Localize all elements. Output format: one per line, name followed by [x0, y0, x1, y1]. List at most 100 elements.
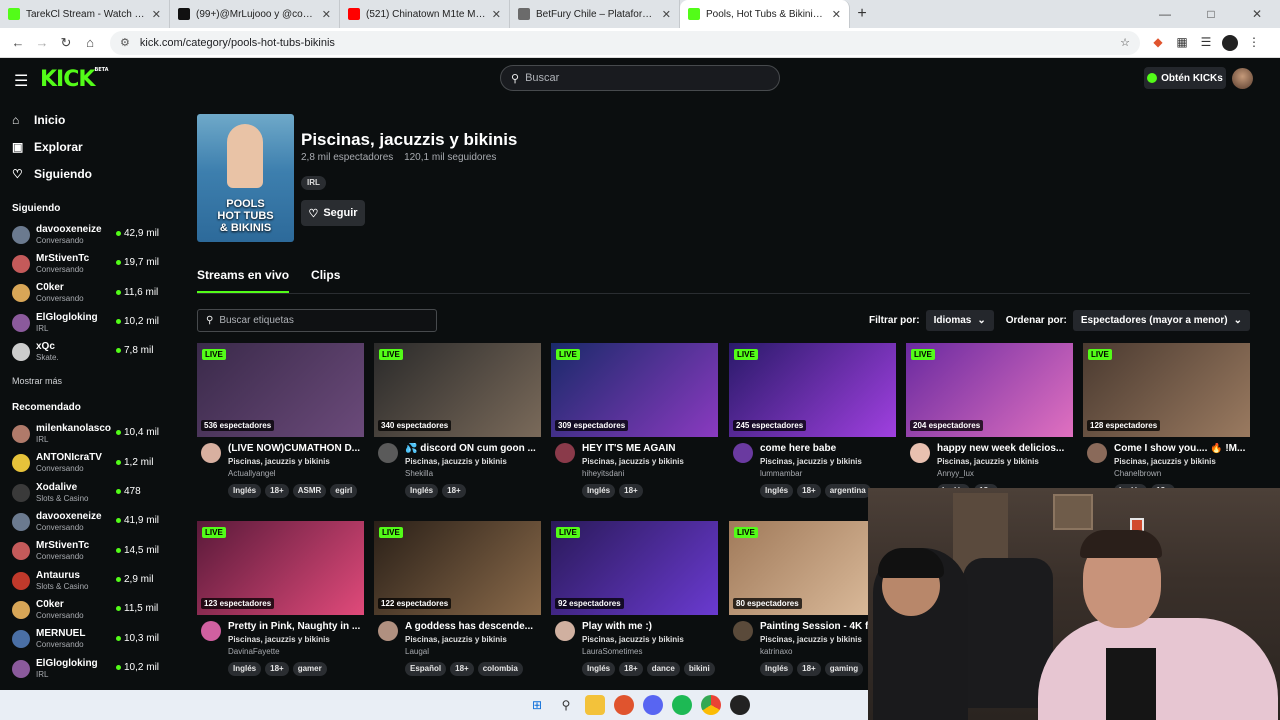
stream-tag[interactable]: gamer [292, 662, 327, 676]
forward-icon[interactable]: → [30, 35, 54, 50]
stream-thumbnail[interactable]: LIVE 204 espectadores [906, 343, 1073, 437]
stream-tag[interactable]: egirl [330, 484, 358, 498]
sidebar-channel[interactable]: MrStivenTc Conversando 14,5 mil [0, 537, 170, 566]
tab-close-icon[interactable]: ✕ [492, 8, 501, 21]
stream-card[interactable]: LIVE 340 espectadores 💦 discord ON cum g… [374, 343, 541, 498]
sidebar-channel[interactable]: xQc Skate. 7,8 mil [0, 337, 170, 366]
sidebar-item-inicio[interactable]: ⌂ Inicio [0, 106, 170, 133]
stream-thumbnail[interactable]: LIVE 340 espectadores [374, 343, 541, 437]
stream-tag[interactable]: Inglés [228, 662, 262, 676]
stream-thumbnail[interactable]: LIVE 128 espectadores [1083, 343, 1250, 437]
chrome-icon[interactable] [701, 695, 721, 715]
stream-category[interactable]: Piscinas, jacuzzis y bikinis [228, 635, 330, 644]
address-bar[interactable]: ⚙ kick.com/category/pools-hot-tubs-bikin… [110, 30, 1140, 55]
stream-tag[interactable]: 18+ [619, 484, 643, 498]
sidebar-channel[interactable]: ElGlogloking IRL 10,2 mil [0, 308, 170, 337]
sidebar-item-explorar[interactable]: ▣ Explorar [0, 133, 170, 160]
stream-category[interactable]: Piscinas, jacuzzis y bikinis [760, 635, 862, 644]
stream-tag[interactable]: Inglés [582, 484, 616, 498]
stream-tag[interactable]: Español [405, 662, 447, 676]
stream-category[interactable]: Piscinas, jacuzzis y bikinis [405, 635, 507, 644]
stream-category[interactable]: Piscinas, jacuzzis y bikinis [228, 457, 330, 466]
tab-live-streams[interactable]: Streams en vivo [197, 268, 290, 293]
follow-button[interactable]: ♡ Seguir [301, 200, 365, 226]
home-browser-icon[interactable]: ⌂ [78, 35, 102, 50]
bookmark-star-icon[interactable]: ☆ [1120, 36, 1130, 49]
stream-card[interactable]: LIVE 123 espectadores Pretty in Pink, Na… [197, 521, 364, 676]
stream-title[interactable]: Pretty in Pink, Naughty in ... [228, 621, 362, 632]
avatar[interactable] [201, 621, 221, 641]
stream-card[interactable]: LIVE 536 espectadores (LIVE NOW)CUMATHON… [197, 343, 364, 498]
avatar[interactable] [910, 443, 930, 463]
stream-title[interactable]: 💦 discord ON cum goon ... [405, 443, 539, 454]
obs-icon[interactable] [730, 695, 750, 715]
browser-tab[interactable]: BetFury Chile – Plataforma de C ✕ [510, 0, 680, 28]
stream-category[interactable]: Piscinas, jacuzzis y bikinis [1114, 457, 1216, 466]
stream-tag[interactable]: Inglés [228, 484, 262, 498]
streamer-name[interactable]: Actuallyangel [228, 469, 276, 478]
kick-logo[interactable]: KICKBETA [40, 67, 109, 92]
stream-title[interactable]: HEY IT'S ME AGAIN [582, 443, 716, 454]
stream-category[interactable]: Piscinas, jacuzzis y bikinis [582, 457, 684, 466]
stream-tag[interactable]: dance [646, 662, 680, 676]
stream-tag[interactable]: 18+ [450, 662, 474, 676]
tab-close-icon[interactable]: ✕ [832, 8, 841, 21]
extensions-puzzle-icon[interactable]: ▦ [1174, 35, 1190, 51]
tab-close-icon[interactable]: ✕ [662, 8, 671, 21]
maximize-icon[interactable]: □ [1188, 0, 1234, 28]
extension-fox-icon[interactable]: ◆ [1150, 35, 1166, 51]
user-avatar[interactable] [1232, 68, 1253, 89]
stream-thumbnail[interactable]: LIVE 92 espectadores [551, 521, 718, 615]
stream-thumbnail[interactable]: LIVE 122 espectadores [374, 521, 541, 615]
windows-start-icon[interactable]: ⊞ [527, 695, 547, 715]
stream-category[interactable]: Piscinas, jacuzzis y bikinis [760, 457, 862, 466]
reload-icon[interactable]: ↻ [54, 35, 78, 51]
avatar[interactable] [733, 621, 753, 641]
stream-category[interactable]: Piscinas, jacuzzis y bikinis [582, 635, 684, 644]
show-more-link[interactable]: Mostrar más [0, 376, 170, 386]
tab-close-icon[interactable]: ✕ [152, 8, 161, 21]
stream-thumbnail[interactable]: LIVE 123 espectadores [197, 521, 364, 615]
browser-tab[interactable]: Pools, Hot Tubs & Bikinis Stream ✕ [680, 0, 850, 28]
streamer-name[interactable]: Laugal [405, 647, 429, 656]
sidebar-channel[interactable]: C0ker Conversando 11,6 mil [0, 279, 170, 308]
stream-tag[interactable]: Inglés [405, 484, 439, 498]
avatar[interactable] [378, 621, 398, 641]
avatar[interactable] [1087, 443, 1107, 463]
streamer-name[interactable]: Shekilla [405, 469, 433, 478]
stream-title[interactable]: happy new week delicios... [937, 443, 1071, 454]
stream-title[interactable]: A goddess has descende... [405, 621, 539, 632]
browser-menu-icon[interactable]: ⋮ [1246, 35, 1262, 51]
stream-category[interactable]: Piscinas, jacuzzis y bikinis [405, 457, 507, 466]
stream-tag[interactable]: Inglés [760, 662, 794, 676]
stream-card[interactable]: LIVE 122 espectadores A goddess has desc… [374, 521, 541, 676]
sidebar-channel[interactable]: MrStivenTc Conversando 19,7 mil [0, 249, 170, 278]
hamburger-menu-icon[interactable]: ☰ [14, 71, 28, 91]
tab-clips[interactable]: Clips [311, 268, 340, 293]
stream-tag[interactable]: 18+ [797, 662, 821, 676]
browser-tab[interactable]: (521) Chinatown M1te Mitessj ✕ [340, 0, 510, 28]
language-filter-dropdown[interactable]: Idiomas ⌄ [925, 310, 994, 331]
category-tag[interactable]: IRL [301, 176, 326, 190]
streamer-name[interactable]: katrinaxo [760, 647, 792, 656]
stream-tag[interactable]: Inglés [582, 662, 616, 676]
minimize-icon[interactable]: — [1142, 0, 1188, 28]
streamer-name[interactable]: Chanelbrown [1114, 469, 1161, 478]
sidebar-channel[interactable]: MERNUEL Conversando 10,3 mil [0, 625, 170, 654]
avatar[interactable] [555, 443, 575, 463]
stream-thumbnail[interactable]: LIVE 309 espectadores [551, 343, 718, 437]
tab-close-icon[interactable]: ✕ [322, 8, 331, 21]
profile-icon[interactable] [1222, 34, 1238, 51]
browser-tab[interactable]: (99+)@MrLujooo y @cocolisoo ✕ [170, 0, 340, 28]
stream-title[interactable]: come here babe [760, 443, 894, 454]
get-kicks-button[interactable]: Obtén KICKs [1144, 67, 1226, 89]
sidebar-channel[interactable]: ANTONIcraTV Conversando 1,2 mil [0, 449, 170, 478]
stream-thumbnail[interactable]: LIVE 245 espectadores [729, 343, 896, 437]
stream-tag[interactable]: 18+ [442, 484, 466, 498]
avatar[interactable] [378, 443, 398, 463]
avatar[interactable] [733, 443, 753, 463]
discord-icon[interactable] [643, 695, 663, 715]
file-explorer-icon[interactable] [585, 695, 605, 715]
streamer-name[interactable]: lummambar [760, 469, 802, 478]
stream-tag[interactable]: gaming [824, 662, 864, 676]
